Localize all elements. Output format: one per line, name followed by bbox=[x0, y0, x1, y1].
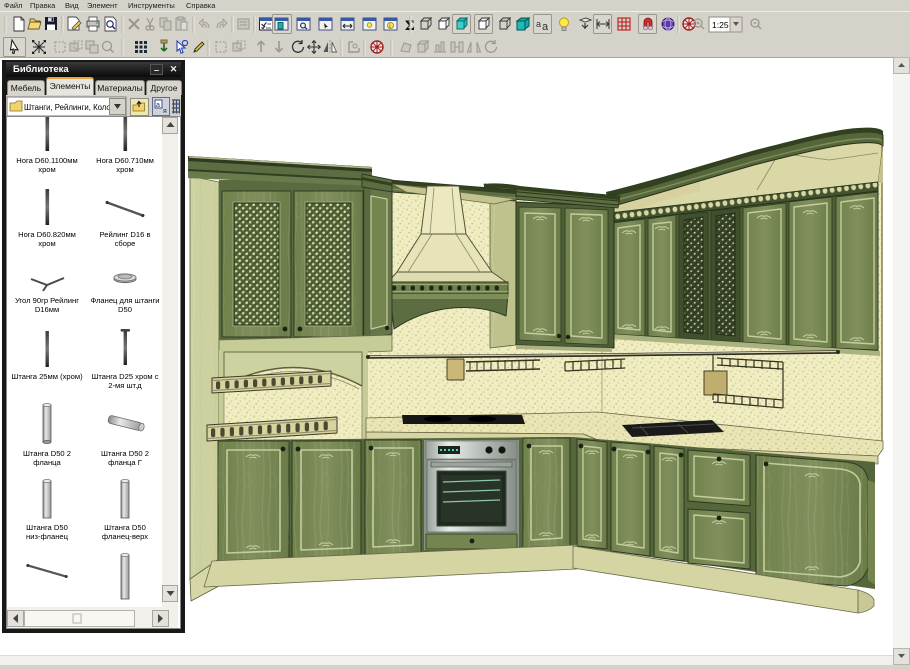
svg-text:Угол 90гр Рейлинг: Угол 90гр Рейлинг bbox=[15, 296, 79, 305]
svg-text:Штанга D50: Штанга D50 bbox=[26, 523, 68, 532]
svg-text:D16мм: D16мм bbox=[35, 305, 59, 314]
svg-text:Нога D60.710мм: Нога D60.710мм bbox=[96, 156, 154, 165]
svg-text:фланца Г: фланца Г bbox=[108, 458, 142, 467]
svg-text:a: a bbox=[542, 21, 549, 33]
svg-text:1:25: 1:25 bbox=[712, 20, 729, 30]
svg-text:низ-фланец: низ-фланец bbox=[26, 532, 69, 541]
svg-text:хром: хром bbox=[116, 165, 133, 174]
svg-text:сборе: сборе bbox=[115, 239, 136, 248]
svg-text:Фланец для штанги: Фланец для штанги bbox=[90, 296, 159, 305]
svg-text:Штанга D50 2: Штанга D50 2 bbox=[101, 449, 149, 458]
svg-text:Штанга D50: Штанга D50 bbox=[104, 523, 146, 532]
svg-text:2-мя шт.д: 2-мя шт.д bbox=[108, 381, 142, 390]
svg-text:Нога D60.1100мм: Нога D60.1100мм bbox=[16, 156, 77, 165]
svg-text:i: i bbox=[389, 24, 390, 30]
svg-text:хром: хром bbox=[38, 165, 55, 174]
svg-text:D50: D50 bbox=[118, 305, 132, 314]
svg-text:Штанга 25мм (хром): Штанга 25мм (хром) bbox=[11, 372, 83, 381]
svg-text:фланца: фланца bbox=[33, 458, 61, 467]
svg-text:a: a bbox=[536, 19, 541, 29]
svg-text:я: я bbox=[163, 108, 167, 115]
svg-text:фланец-верх: фланец-верх bbox=[102, 532, 148, 541]
svg-text:Штанга D50 2: Штанга D50 2 bbox=[23, 449, 71, 458]
svg-text:Штанги, Рейлинги, Колс: Штанги, Рейлинги, Колс bbox=[24, 103, 110, 112]
svg-text:Нога D60.820мм: Нога D60.820мм bbox=[18, 230, 76, 239]
svg-text:Рейлинг D16 в: Рейлинг D16 в bbox=[99, 230, 150, 239]
svg-text:a: a bbox=[156, 102, 160, 109]
svg-text:Штанга D25 хром с: Штанга D25 хром с bbox=[91, 372, 158, 381]
svg-text:хром: хром bbox=[38, 239, 55, 248]
